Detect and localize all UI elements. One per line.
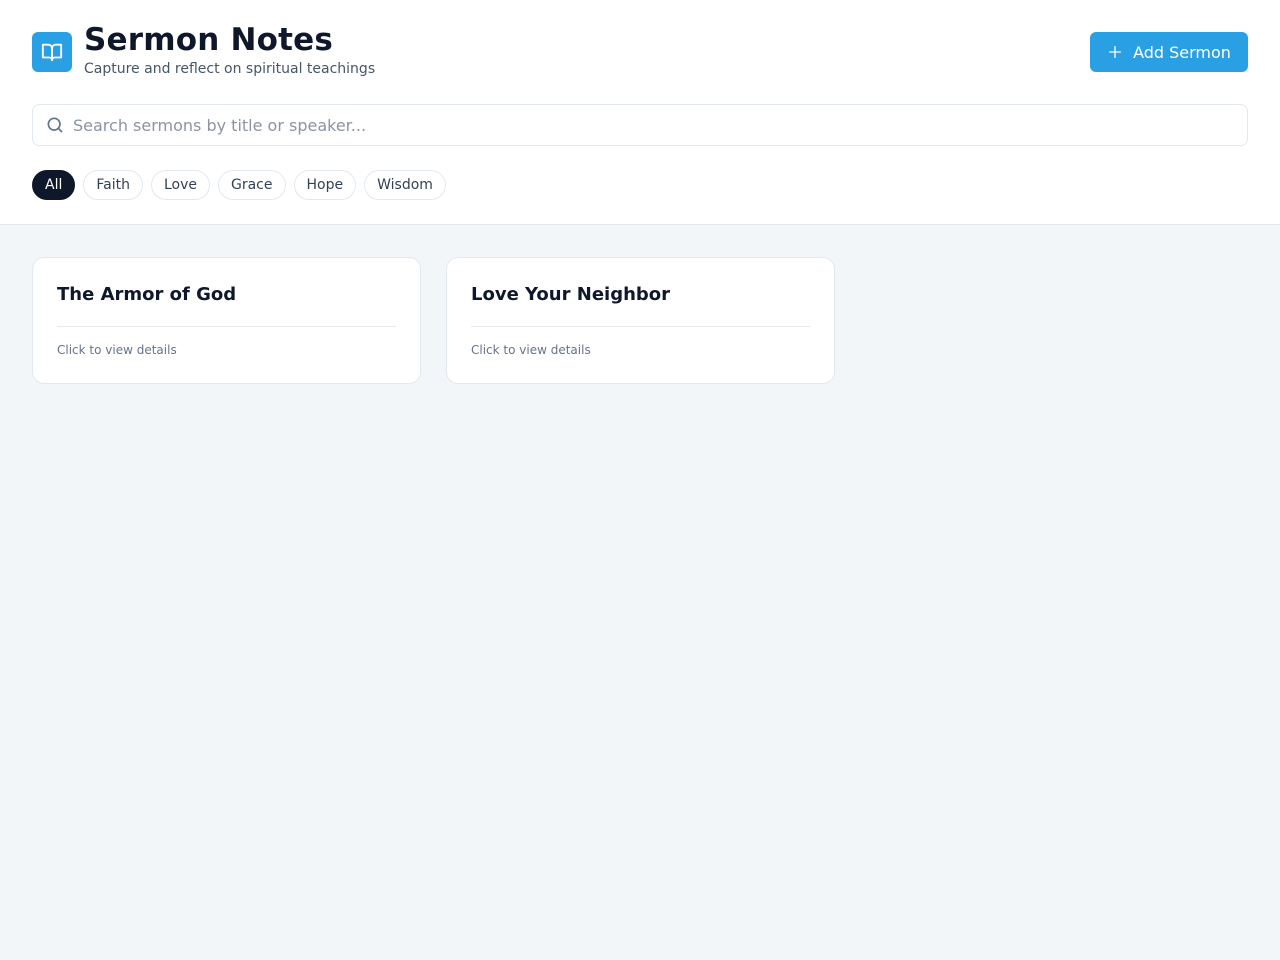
sermon-list: The Armor of God Click to view details L…: [32, 257, 835, 384]
filter-chip-faith[interactable]: Faith: [83, 170, 143, 200]
search-input[interactable]: [73, 105, 1233, 145]
view-details-hint: Click to view details: [57, 343, 177, 357]
sermon-card[interactable]: Love Your Neighbor Click to view details: [446, 257, 835, 384]
sermon-title: The Armor of God: [57, 284, 237, 305]
filter-chip-hope[interactable]: Hope: [293, 170, 357, 200]
app-header: Sermon Notes Capture and reflect on spir…: [0, 0, 1280, 225]
card-divider: [57, 326, 396, 327]
sermon-card[interactable]: The Armor of God Click to view details: [32, 257, 421, 384]
plus-icon: [1109, 46, 1122, 58]
filter-chip-grace[interactable]: Grace: [218, 170, 286, 200]
sermon-title: Love Your Neighbor: [471, 284, 671, 305]
card-divider: [471, 326, 810, 327]
filter-chip-wisdom[interactable]: Wisdom: [364, 170, 446, 200]
page-subtitle: Capture and reflect on spiritual teachin…: [84, 61, 376, 77]
category-filters: All Faith Love Grace Hope Wisdom: [32, 170, 446, 200]
filter-chip-all[interactable]: All: [32, 170, 76, 200]
page-title: Sermon Notes: [84, 22, 334, 58]
book-open-icon: [32, 32, 72, 72]
view-details-hint: Click to view details: [471, 343, 591, 357]
add-sermon-label: Add Sermon: [1133, 42, 1231, 62]
filter-chip-love[interactable]: Love: [150, 170, 210, 200]
search-icon: [47, 117, 63, 133]
add-sermon-button[interactable]: Add Sermon: [1090, 32, 1248, 72]
search-box: [32, 104, 1248, 146]
